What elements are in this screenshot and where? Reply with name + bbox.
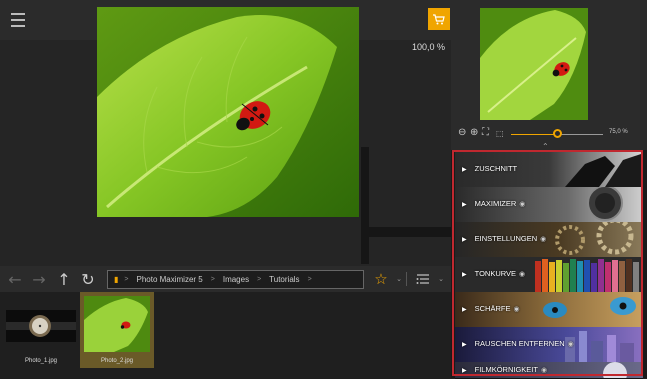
main-photo	[97, 7, 359, 217]
navigator-preview[interactable]	[480, 8, 588, 120]
panel-item-label: FILMKÖRNIGKEIT	[474, 365, 538, 374]
filmstrip: Photo_1.jpg Photo_2.jpg	[0, 292, 451, 378]
panel-item-label: SCHÄRFE	[474, 304, 511, 313]
expand-arrow-icon: ▶	[462, 202, 467, 208]
expand-arrow-icon: ▶	[462, 307, 467, 313]
preview-zoom-value: 75,0 %	[609, 129, 628, 135]
forward-arrow-icon[interactable]: →	[30, 270, 48, 289]
eye-icon[interactable]: ◉	[519, 201, 525, 208]
fit-to-window-icon[interactable]: ⛶	[482, 127, 489, 138]
eye-icon[interactable]: ◉	[540, 236, 546, 243]
cart-icon[interactable]	[428, 8, 450, 30]
chevron-icon: >	[307, 276, 312, 283]
toolbar-divider	[406, 272, 407, 286]
panel-item-label: EINSTELLUNGEN	[474, 234, 538, 243]
navigation-bar: ← → ↑ ↻ ▮ > Photo Maximizer 5 > Images >…	[0, 266, 451, 292]
thumbnail-item[interactable]: Photo_1.jpg	[4, 292, 78, 368]
breadcrumb-item[interactable]: Photo Maximizer 5	[137, 275, 203, 284]
breadcrumb-item[interactable]: Images	[223, 275, 249, 284]
expand-arrow-icon: ▶	[462, 342, 467, 348]
expand-arrow-icon: ▶	[462, 237, 467, 243]
sort-dropdown-icon[interactable]: ⌄	[432, 270, 450, 288]
back-arrow-icon[interactable]: ←	[6, 270, 24, 289]
eye-icon[interactable]: ◉	[568, 341, 574, 348]
eye-icon[interactable]: ◉	[519, 271, 525, 278]
panel-item-label: ZUSCHNITT	[474, 164, 518, 173]
expand-arrow-icon: ▶	[462, 368, 467, 374]
breadcrumb[interactable]: ▮ > Photo Maximizer 5 > Images > Tutoria…	[107, 270, 364, 289]
chevron-icon: >	[257, 276, 262, 283]
sort-icon[interactable]	[414, 270, 432, 288]
breadcrumb-item[interactable]: Tutorials	[269, 275, 299, 284]
expand-arrow-icon: ▶	[462, 167, 467, 173]
actual-size-icon[interactable]: ⬚	[496, 129, 504, 138]
zoom-out-icon[interactable]: ⊖	[458, 127, 466, 138]
background-shape	[361, 147, 451, 264]
watch-thumbnail-image	[6, 310, 76, 342]
chevron-icon: >	[124, 276, 129, 283]
thumbnail-label: Photo_2.jpg	[100, 358, 134, 364]
chevron-icon: >	[210, 276, 215, 283]
menu-icon[interactable]	[8, 10, 28, 30]
panel-item-label: TONKURVE	[474, 269, 517, 278]
zoom-slider-fill	[511, 134, 557, 135]
zoom-level-label: 100,0 %	[411, 42, 445, 52]
ladybug-thumbnail-image	[84, 296, 150, 352]
star-icon[interactable]: ☆	[372, 270, 390, 288]
up-arrow-icon[interactable]: ↑	[55, 270, 73, 289]
expand-arrow-icon: ▶	[462, 272, 467, 278]
eye-icon[interactable]: ◉	[541, 367, 547, 374]
refresh-icon[interactable]: ↻	[79, 270, 97, 289]
panel-item-label: MAXIMIZER	[474, 199, 517, 208]
zoom-slider-handle[interactable]	[552, 129, 562, 138]
panel-item-label: RAUSCHEN ENTFERNEN	[474, 339, 565, 348]
bookmark-icon[interactable]: ▮	[114, 275, 118, 284]
eye-icon[interactable]: ◉	[513, 306, 519, 313]
preview-zoom-controls: ⊖ ⊕ ⛶ ⬚ 75,0 %	[451, 126, 647, 142]
zoom-in-icon[interactable]: ⊕	[470, 127, 478, 138]
thumbnail-label: Photo_1.jpg	[24, 358, 58, 364]
thumbnail-item-selected[interactable]: Photo_2.jpg	[80, 292, 154, 368]
